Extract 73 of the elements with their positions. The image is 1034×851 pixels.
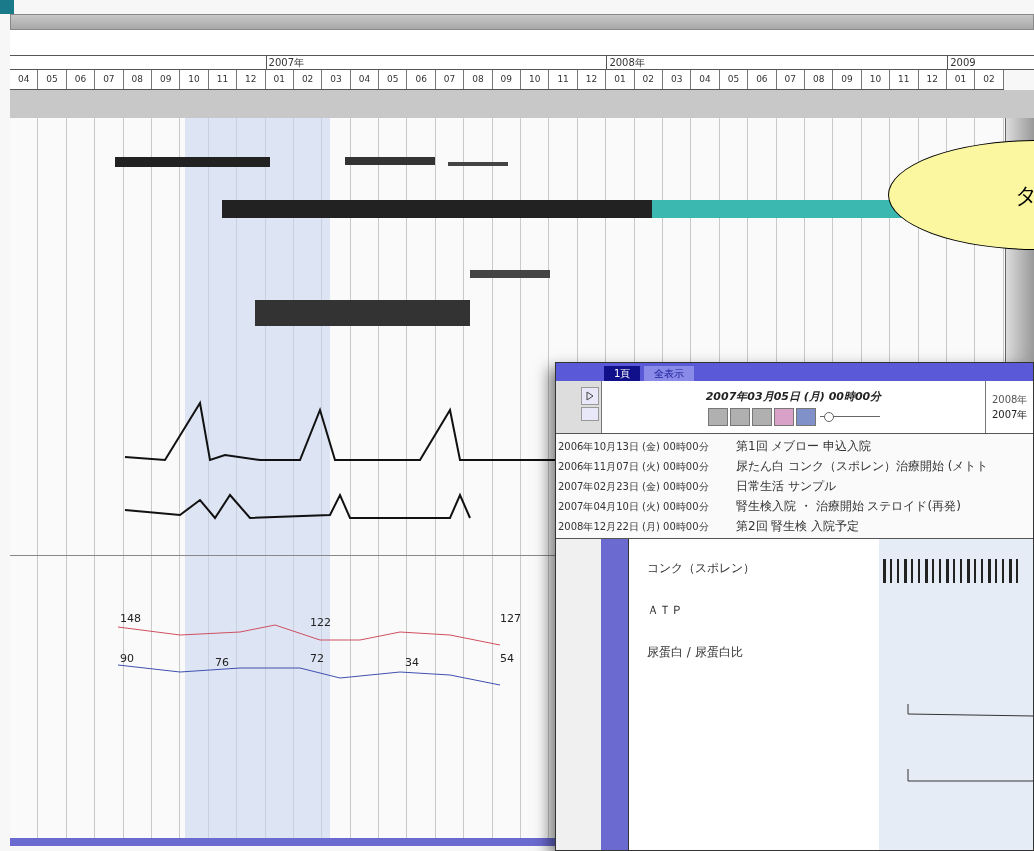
month-label: 11 <box>890 70 919 89</box>
month-label: 02 <box>634 70 663 89</box>
chart-value-label: 72 <box>310 652 324 665</box>
month-label: 07 <box>435 70 465 89</box>
current-date: 2007年03月05日 (月) 00時00分 <box>705 389 882 405</box>
row-label: コンク（スポレン） <box>647 560 756 577</box>
month-label: 08 <box>464 70 493 89</box>
month-label: 05 <box>38 70 67 89</box>
chart-value-label: 127 <box>500 612 521 625</box>
popup-tab[interactable]: 1頁 <box>604 366 641 381</box>
month-label: 12 <box>237 70 266 89</box>
month-label: 07 <box>776 70 805 89</box>
toolbar-icon-button[interactable] <box>729 407 750 426</box>
row-label: 尿蛋白 / 尿蛋白比 <box>647 644 744 661</box>
popup-tab[interactable]: 全表示 <box>644 366 695 381</box>
chart-value-label: 76 <box>215 656 229 669</box>
month-label: 02 <box>975 70 1004 89</box>
month-label: 10 <box>521 70 550 89</box>
month-label: 08 <box>123 70 152 89</box>
month-label: 06 <box>66 70 96 89</box>
chart-value-label: 148 <box>120 612 141 625</box>
chart-value-label: 54 <box>500 652 514 665</box>
month-label: 07 <box>95 70 124 89</box>
toolbar-icon-button[interactable] <box>773 407 794 426</box>
month-label: 12 <box>918 70 947 89</box>
event-date: 2007年04月10日 (火) 00時00分 <box>557 499 710 514</box>
month-label: 05 <box>379 70 408 89</box>
event-date: 2007年02月23日 (金) 00時00分 <box>557 479 710 494</box>
month-label: 03 <box>322 70 351 89</box>
month-label: 04 <box>10 70 39 89</box>
month-label: 05 <box>719 70 749 89</box>
month-label: 12 <box>577 70 607 89</box>
row-label: ＡＴＰ <box>647 602 684 619</box>
month-label: 11 <box>549 70 578 89</box>
event-description: 日常生活 サンプル <box>736 478 836 495</box>
zoom-slider-thumb[interactable] <box>823 411 834 422</box>
callout-text: タ <box>1015 181 1034 210</box>
event-description: 腎生検入院 ・ 治療開始 ステロイド(再発) <box>736 498 961 515</box>
month-label: 06 <box>407 70 436 89</box>
month-label: 09 <box>833 70 862 89</box>
event-date: 2006年11月07日 (火) 00時00分 <box>557 459 710 474</box>
event-description: 第1回 メブロー 申込入院 <box>736 438 872 455</box>
year-label: 2008年 <box>992 393 1029 407</box>
month-label: 01 <box>265 70 294 89</box>
right-triangle-icon <box>586 391 594 401</box>
toolbar-icon-button[interactable] <box>707 407 728 426</box>
month-label: 04 <box>691 70 720 89</box>
month-label: 01 <box>946 70 976 89</box>
collapse-button[interactable] <box>581 407 599 421</box>
month-label: 10 <box>861 70 891 89</box>
horizontal-scrollbar[interactable] <box>10 14 1034 30</box>
event-description: 尿たん白 コンク（スポレン）治療開始 (メトト <box>736 458 989 475</box>
month-label: 06 <box>748 70 777 89</box>
year-label: 2007年 <box>992 408 1029 422</box>
month-label: 08 <box>804 70 834 89</box>
next-button[interactable] <box>581 387 599 405</box>
month-label: 09 <box>151 70 181 89</box>
event-date: 2006年10月13日 (金) 00時00分 <box>557 439 710 454</box>
month-label: 01 <box>606 70 635 89</box>
event-description: 第2回 腎生検 入院予定 <box>736 518 860 535</box>
month-label: 02 <box>293 70 323 89</box>
month-label: 11 <box>208 70 238 89</box>
month-label: 10 <box>180 70 209 89</box>
chart-value-label: 90 <box>120 652 134 665</box>
toolbar-icon-button[interactable] <box>795 407 816 426</box>
month-label: 09 <box>492 70 522 89</box>
month-label: 04 <box>350 70 380 89</box>
month-label: 03 <box>663 70 692 89</box>
toolbar-icon-button[interactable] <box>751 407 772 426</box>
corner-marker-icon <box>0 0 14 14</box>
chart-value-label: 34 <box>405 656 419 669</box>
chart-value-label: 122 <box>310 616 331 629</box>
event-date: 2008年12月22日 (月) 00時00分 <box>557 519 710 534</box>
